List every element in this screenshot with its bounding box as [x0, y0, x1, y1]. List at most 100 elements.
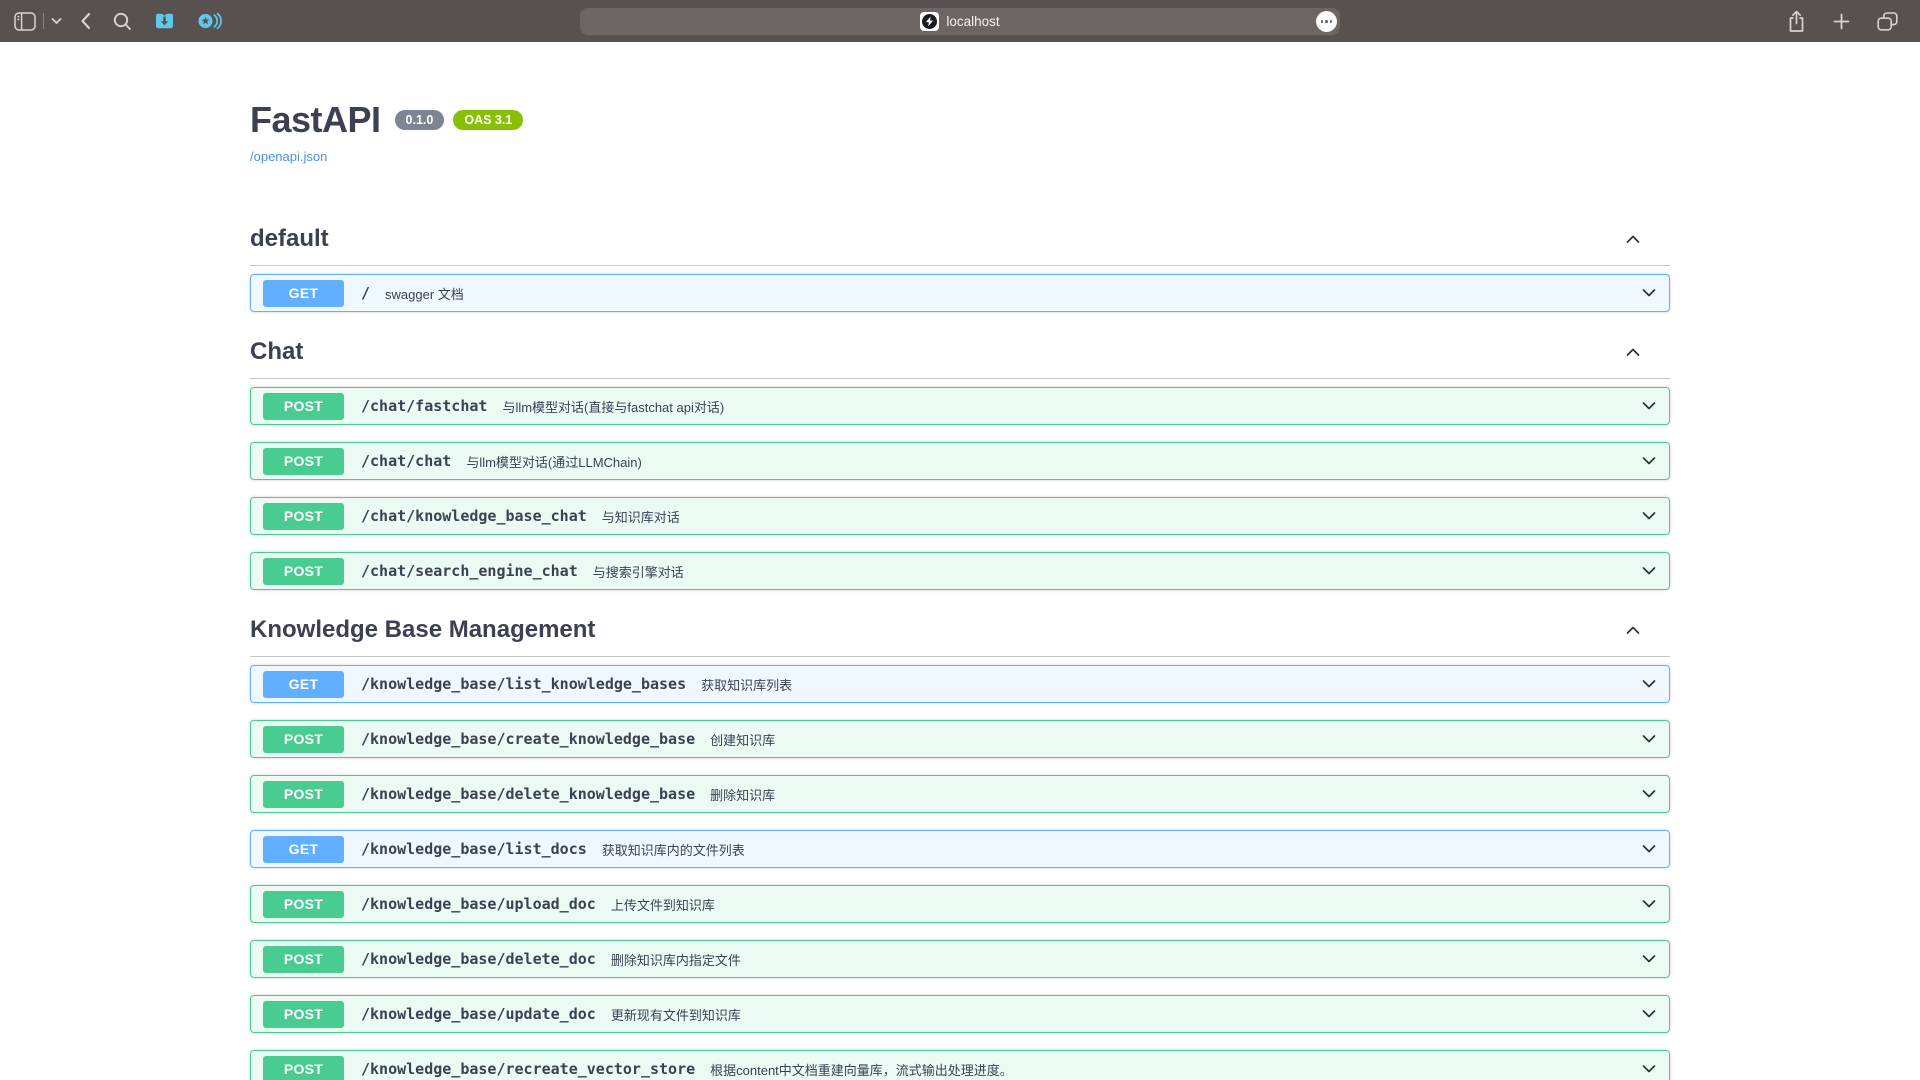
http-method-badge: GET: [263, 280, 344, 307]
endpoint-description: 与知识库对话: [602, 507, 680, 526]
endpoint-path: /knowledge_base/list_docs: [361, 840, 587, 858]
extensions-more-icon[interactable]: [1316, 11, 1337, 32]
section-header[interactable]: default: [250, 225, 1670, 266]
endpoint-description: 与搜索引擎对话: [593, 562, 684, 581]
site-favicon: [920, 12, 939, 31]
endpoint-path: /chat/chat: [361, 452, 451, 470]
section-header[interactable]: Knowledge Base Management: [250, 616, 1670, 657]
expand-endpoint-chevron-icon[interactable]: [1639, 451, 1659, 471]
http-method-badge: POST: [263, 781, 344, 808]
collapse-section-chevron-icon[interactable]: [1623, 342, 1643, 362]
section-operations: POST /chat/fastchat 与llm模型对话(直接与fastchat…: [250, 387, 1670, 590]
back-icon[interactable]: [80, 12, 91, 30]
expand-endpoint-chevron-icon[interactable]: [1639, 729, 1659, 749]
endpoint-description: 创建知识库: [710, 730, 775, 749]
endpoint-row[interactable]: POST /knowledge_base/delete_doc 删除知识库内指定…: [250, 940, 1670, 978]
endpoint-path: /knowledge_base/create_knowledge_base: [361, 730, 695, 748]
browser-toolbar: localhost: [0, 0, 1920, 42]
toolbar-left-group: [14, 0, 222, 42]
endpoint-path: /knowledge_base/list_knowledge_bases: [361, 675, 686, 693]
http-method-badge: POST: [263, 1001, 344, 1028]
endpoint-row[interactable]: POST /knowledge_base/upload_doc 上传文件到知识库: [250, 885, 1670, 923]
http-method-badge: POST: [263, 726, 344, 753]
endpoint-path: /knowledge_base/delete_knowledge_base: [361, 785, 695, 803]
expand-endpoint-chevron-icon[interactable]: [1639, 674, 1659, 694]
endpoint-description: 根据content中文档重建向量库，流式输出处理进度。: [710, 1060, 1013, 1079]
api-info: FastAPI 0.1.0 OAS 3.1 /openapi.json: [250, 42, 1670, 166]
page-title: FastAPI: [250, 99, 381, 141]
section-title: default: [250, 225, 329, 253]
expand-endpoint-chevron-icon[interactable]: [1639, 784, 1659, 804]
endpoint-description: 上传文件到知识库: [611, 895, 715, 914]
section-header[interactable]: Chat: [250, 338, 1670, 379]
expand-endpoint-chevron-icon[interactable]: [1639, 283, 1659, 303]
expand-endpoint-chevron-icon[interactable]: [1639, 894, 1659, 914]
openapi-json-link[interactable]: /openapi.json: [250, 149, 327, 164]
endpoint-description: 与llm模型对话(通过LLMChain): [466, 452, 642, 471]
endpoint-description: swagger 文档: [385, 284, 464, 303]
chevron-down-icon[interactable]: [51, 17, 62, 25]
section-title: Chat: [250, 338, 303, 366]
endpoint-path: /: [361, 284, 370, 302]
url-text: localhost: [946, 14, 999, 29]
endpoint-path: /knowledge_base/upload_doc: [361, 895, 596, 913]
toolbar-separator: [43, 13, 44, 29]
collapse-section-chevron-icon[interactable]: [1623, 229, 1643, 249]
expand-endpoint-chevron-icon[interactable]: [1639, 506, 1659, 526]
endpoint-row[interactable]: GET / swagger 文档: [250, 274, 1670, 312]
http-method-badge: POST: [263, 1056, 344, 1080]
endpoint-row[interactable]: POST /knowledge_base/recreate_vector_sto…: [250, 1050, 1670, 1080]
share-icon[interactable]: [1787, 10, 1806, 33]
endpoint-description: 删除知识库内指定文件: [611, 950, 741, 969]
section-title: Knowledge Base Management: [250, 616, 595, 644]
endpoint-path: /knowledge_base/delete_doc: [361, 950, 596, 968]
endpoint-path: /knowledge_base/recreate_vector_store: [361, 1060, 695, 1078]
expand-endpoint-chevron-icon[interactable]: [1639, 1059, 1659, 1079]
endpoint-description: 更新现有文件到知识库: [611, 1005, 741, 1024]
toolbar-right-group: [1787, 0, 1898, 42]
endpoint-row[interactable]: POST /chat/chat 与llm模型对话(通过LLMChain): [250, 442, 1670, 480]
url-bar[interactable]: localhost: [580, 8, 1340, 35]
endpoint-path: /chat/knowledge_base_chat: [361, 507, 587, 525]
http-method-badge: GET: [263, 836, 344, 863]
endpoint-path: /knowledge_base/update_doc: [361, 1005, 596, 1023]
http-method-badge: POST: [263, 946, 344, 973]
endpoint-description: 与llm模型对话(直接与fastchat api对话): [502, 397, 724, 416]
endpoint-path: /chat/search_engine_chat: [361, 562, 578, 580]
endpoint-row[interactable]: GET /knowledge_base/list_knowledge_bases…: [250, 665, 1670, 703]
section-operations: GET / swagger 文档: [250, 274, 1670, 312]
sections-container: default GET / swagger 文档 Chat: [250, 225, 1670, 1080]
endpoint-row[interactable]: POST /chat/search_engine_chat 与搜索引擎对话: [250, 552, 1670, 590]
endpoint-row[interactable]: POST /chat/knowledge_base_chat 与知识库对话: [250, 497, 1670, 535]
search-icon[interactable]: [113, 12, 132, 31]
endpoint-description: 获取知识库内的文件列表: [602, 840, 745, 859]
endpoint-row[interactable]: POST /knowledge_base/update_doc 更新现有文件到知…: [250, 995, 1670, 1033]
expand-endpoint-chevron-icon[interactable]: [1639, 561, 1659, 581]
endpoint-description: 删除知识库: [710, 785, 775, 804]
oas-badge: OAS 3.1: [453, 110, 523, 131]
expand-endpoint-chevron-icon[interactable]: [1639, 949, 1659, 969]
http-method-badge: POST: [263, 503, 344, 530]
collapse-section-chevron-icon[interactable]: [1623, 620, 1643, 640]
endpoint-row[interactable]: POST /knowledge_base/create_knowledge_ba…: [250, 720, 1670, 758]
http-method-badge: POST: [263, 558, 344, 585]
http-method-badge: GET: [263, 671, 344, 698]
api-section: Knowledge Base Management GET /knowledge…: [250, 616, 1670, 1080]
api-section: Chat POST /chat/fastchat 与llm模型对话(直接与fas…: [250, 338, 1670, 590]
endpoint-row[interactable]: GET /knowledge_base/list_docs 获取知识库内的文件列…: [250, 830, 1670, 868]
expand-endpoint-chevron-icon[interactable]: [1639, 839, 1659, 859]
tab-overview-icon[interactable]: [1877, 12, 1898, 31]
swagger-page: FastAPI 0.1.0 OAS 3.1 /openapi.json defa…: [0, 42, 1920, 1080]
new-tab-icon[interactable]: [1833, 13, 1850, 30]
sidebar-icon[interactable]: [14, 12, 36, 31]
http-method-badge: POST: [263, 393, 344, 420]
endpoint-row[interactable]: POST /chat/fastchat 与llm模型对话(直接与fastchat…: [250, 387, 1670, 425]
endpoint-row[interactable]: POST /knowledge_base/delete_knowledge_ba…: [250, 775, 1670, 813]
shield-extension-icon[interactable]: [154, 12, 175, 30]
focus-circles-extension-icon[interactable]: [197, 11, 222, 31]
endpoint-path: /chat/fastchat: [361, 397, 487, 415]
expand-endpoint-chevron-icon[interactable]: [1639, 1004, 1659, 1024]
expand-endpoint-chevron-icon[interactable]: [1639, 396, 1659, 416]
endpoint-description: 获取知识库列表: [701, 675, 792, 694]
version-badge: 0.1.0: [395, 110, 445, 131]
